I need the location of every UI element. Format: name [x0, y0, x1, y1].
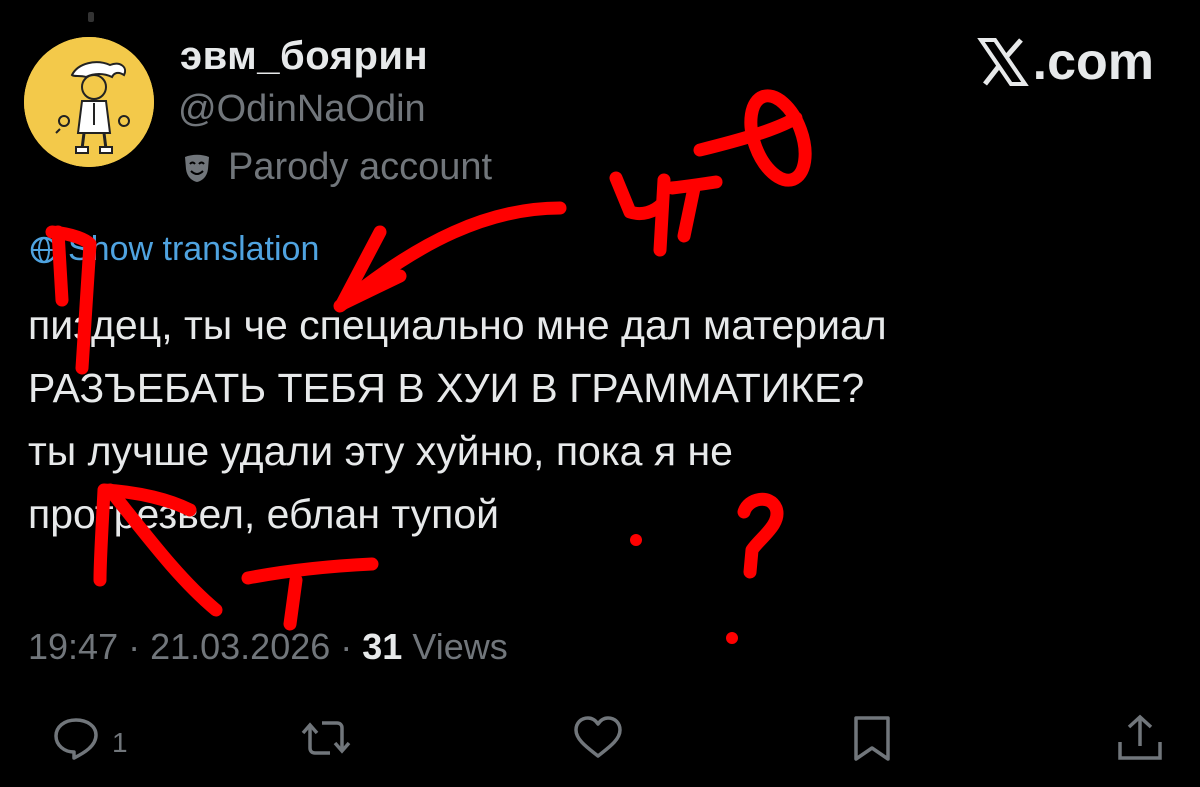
cartoon-character-avatar	[24, 37, 154, 167]
site-logo-text: .com	[1032, 33, 1154, 91]
share-icon	[1118, 714, 1162, 760]
parody-label: Parody account	[228, 146, 493, 188]
theater-mask-icon	[185, 154, 209, 182]
reply-count: 1	[112, 727, 128, 758]
reply-button[interactable]: 1	[50, 712, 128, 764]
annotation-dot	[726, 632, 738, 644]
like-icon	[574, 716, 622, 758]
bookmark-button[interactable]	[846, 712, 898, 764]
annotation-word-chto	[609, 171, 671, 257]
annotation-arrow-top	[333, 201, 567, 313]
like-button[interactable]	[572, 712, 624, 764]
x-logo-icon	[976, 38, 1029, 86]
parody-account-badge: Parody account	[180, 146, 492, 189]
meta-separator: ·	[128, 626, 141, 667]
tweet-date[interactable]: 21.03.2026	[150, 626, 330, 668]
show-translation-link[interactable]: Show translation	[68, 230, 319, 269]
status-dot	[88, 12, 94, 22]
action-bar: 1	[0, 712, 1200, 772]
tweet-line: ты лучше удали эту хуйню, пока я не	[28, 428, 733, 474]
repost-button[interactable]	[300, 712, 352, 764]
share-button[interactable]	[1114, 712, 1166, 764]
tweet-time[interactable]: 19:47	[28, 626, 118, 668]
display-name[interactable]: эвм_боярин	[180, 34, 428, 79]
tweet-line: РАЗЪЕБАТЬ ТЕБЯ В ХУИ В ГРАММАТИКЕ?	[28, 365, 865, 411]
globe-icon	[30, 236, 58, 263]
repost-icon	[301, 721, 351, 755]
annotation-letter-t	[241, 557, 379, 631]
user-handle[interactable]: @OdinNaOdin	[178, 88, 426, 131]
reply-icon	[54, 718, 98, 760]
views-label: Views	[412, 626, 508, 667]
site-logo: .com	[976, 32, 1154, 92]
tweet-line: протрезвел, еблан тупой	[28, 491, 500, 537]
show-translation[interactable]: Show translation	[28, 230, 319, 269]
tweet-line: пиздец, ты че специально мне дал материа…	[28, 302, 887, 348]
views-count[interactable]: 31	[362, 626, 402, 667]
meta-separator: ·	[340, 626, 353, 667]
tweet-text: пиздец, ты че специально мне дал материа…	[28, 294, 1138, 546]
bookmark-icon	[854, 716, 890, 761]
tweet-meta: 19:47 · 21.03.2026 · 31 Views	[28, 626, 508, 668]
avatar[interactable]	[24, 37, 154, 167]
